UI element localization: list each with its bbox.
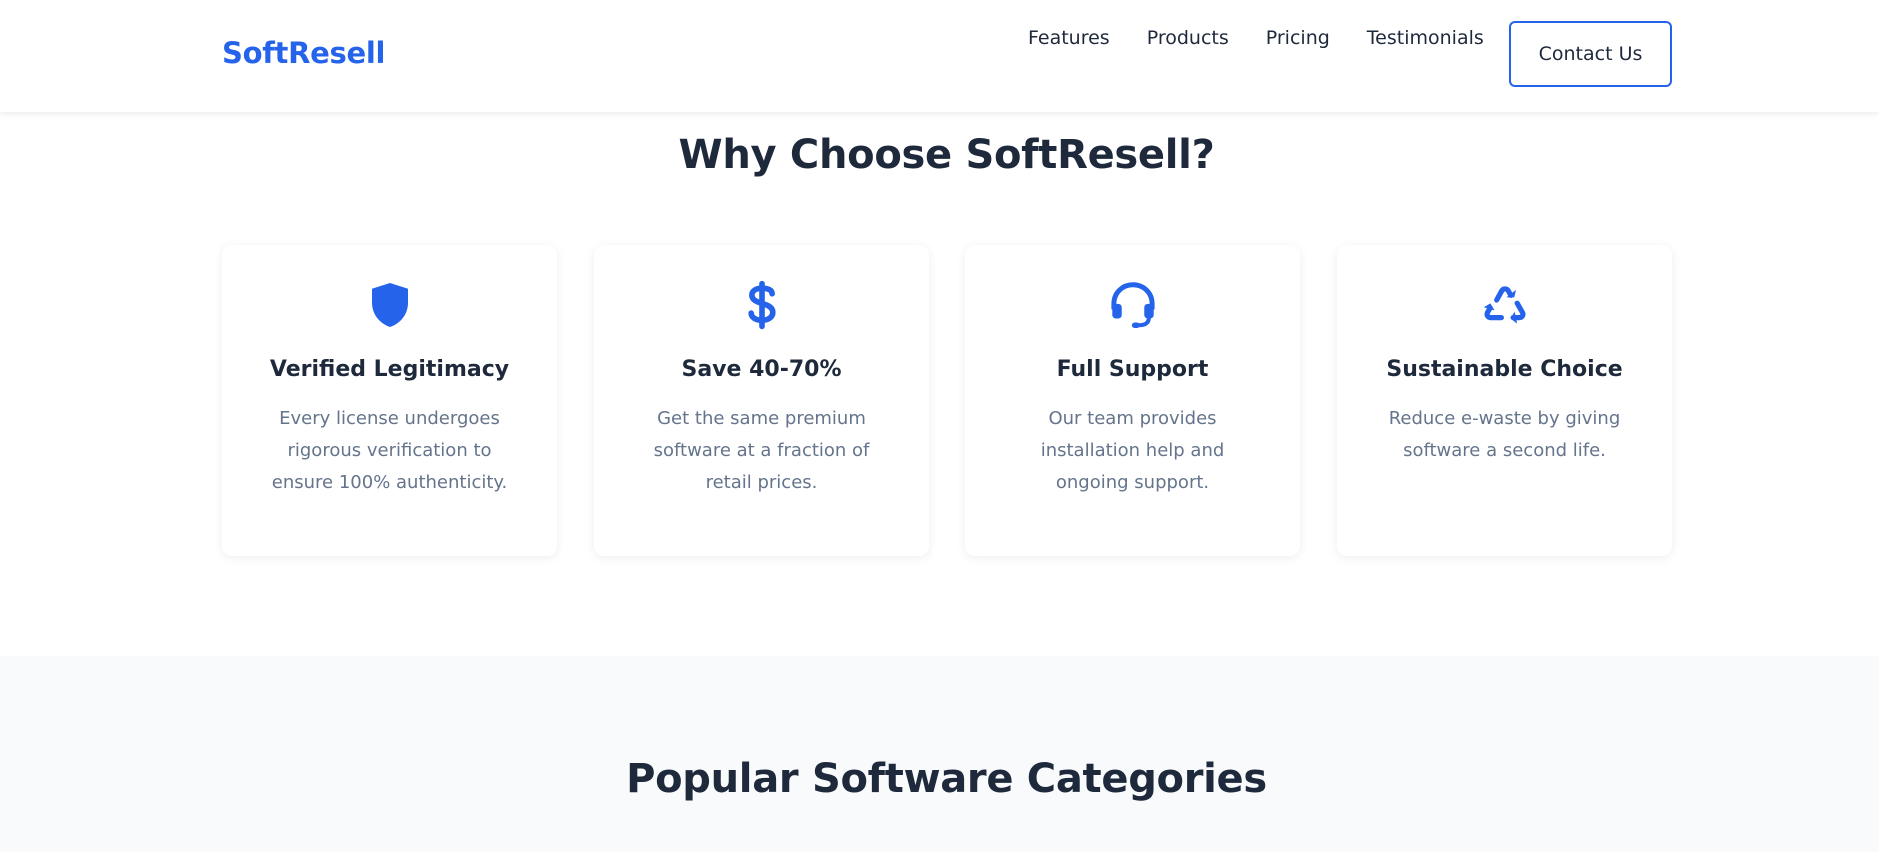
logo[interactable]: SoftResell — [222, 36, 385, 70]
why-choose-title: Why Choose SoftResell? — [678, 132, 1215, 178]
feature-card-verified: Verified Legitimacy Every license underg… — [222, 245, 557, 556]
feature-text: Every license undergoes rigorous verific… — [271, 408, 508, 493]
feature-text: Get the same premium software at a fract… — [653, 408, 870, 493]
feature-title: Full Support — [1056, 357, 1209, 382]
feature-card-support: Full Support Our team provides installat… — [965, 245, 1300, 556]
categories-section: Popular Software Categories — [0, 656, 1879, 852]
feature-text: Reduce e-waste by giving software a seco… — [1388, 408, 1621, 461]
nav-link-testimonials[interactable]: Testimonials — [1367, 26, 1484, 50]
nav-link-features[interactable]: Features — [1028, 26, 1110, 50]
recycle-icon — [1337, 278, 1672, 334]
site-header: SoftResell Features Products Pricing Tes… — [0, 0, 1879, 112]
feature-title: Verified Legitimacy — [269, 357, 510, 382]
feature-title: Sustainable Choice — [1386, 357, 1623, 382]
dollar-icon — [594, 278, 929, 334]
feature-text: Our team provides installation help and … — [1040, 408, 1225, 493]
headset-icon — [965, 278, 1300, 334]
categories-title: Popular Software Categories — [626, 756, 1267, 802]
feature-cards: Verified Legitimacy Every license underg… — [222, 245, 1672, 556]
shield-icon — [222, 278, 557, 334]
nav-link-pricing[interactable]: Pricing — [1266, 26, 1330, 50]
nav-link-products[interactable]: Products — [1147, 26, 1229, 50]
feature-card-savings: Save 40-70% Get the same premium softwar… — [594, 245, 929, 556]
feature-title: Save 40-70% — [681, 357, 842, 382]
contact-us-button[interactable]: Contact Us — [1509, 21, 1672, 87]
main-nav: Features Products Pricing Testimonials — [1028, 26, 1521, 50]
feature-card-sustainable: Sustainable Choice Reduce e-waste by giv… — [1337, 245, 1672, 556]
